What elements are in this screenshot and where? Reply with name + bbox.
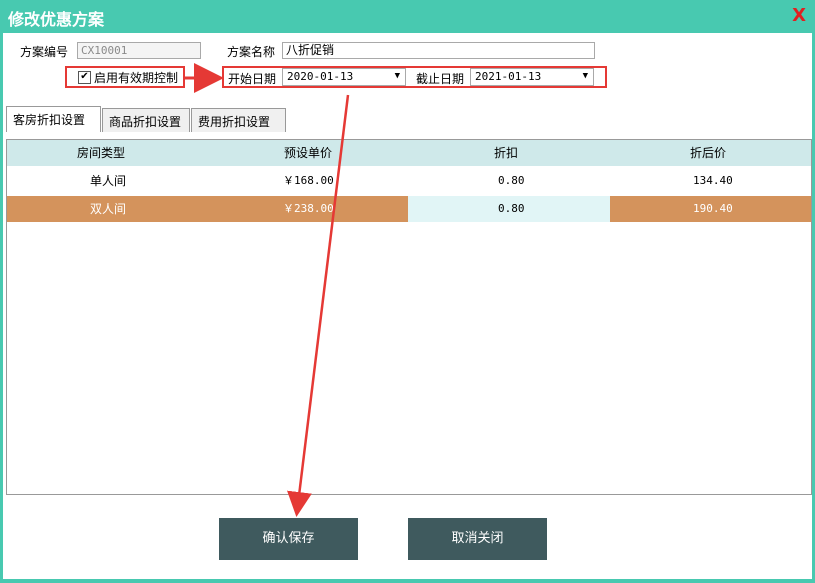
- arrow-to-save-button: [287, 94, 350, 517]
- dialog-window: 修改优惠方案 X 方案编号 CX10001 方案名称 八折促销 ✔ 启用有效期控…: [0, 0, 815, 583]
- annotation-arrows: [183, 63, 350, 517]
